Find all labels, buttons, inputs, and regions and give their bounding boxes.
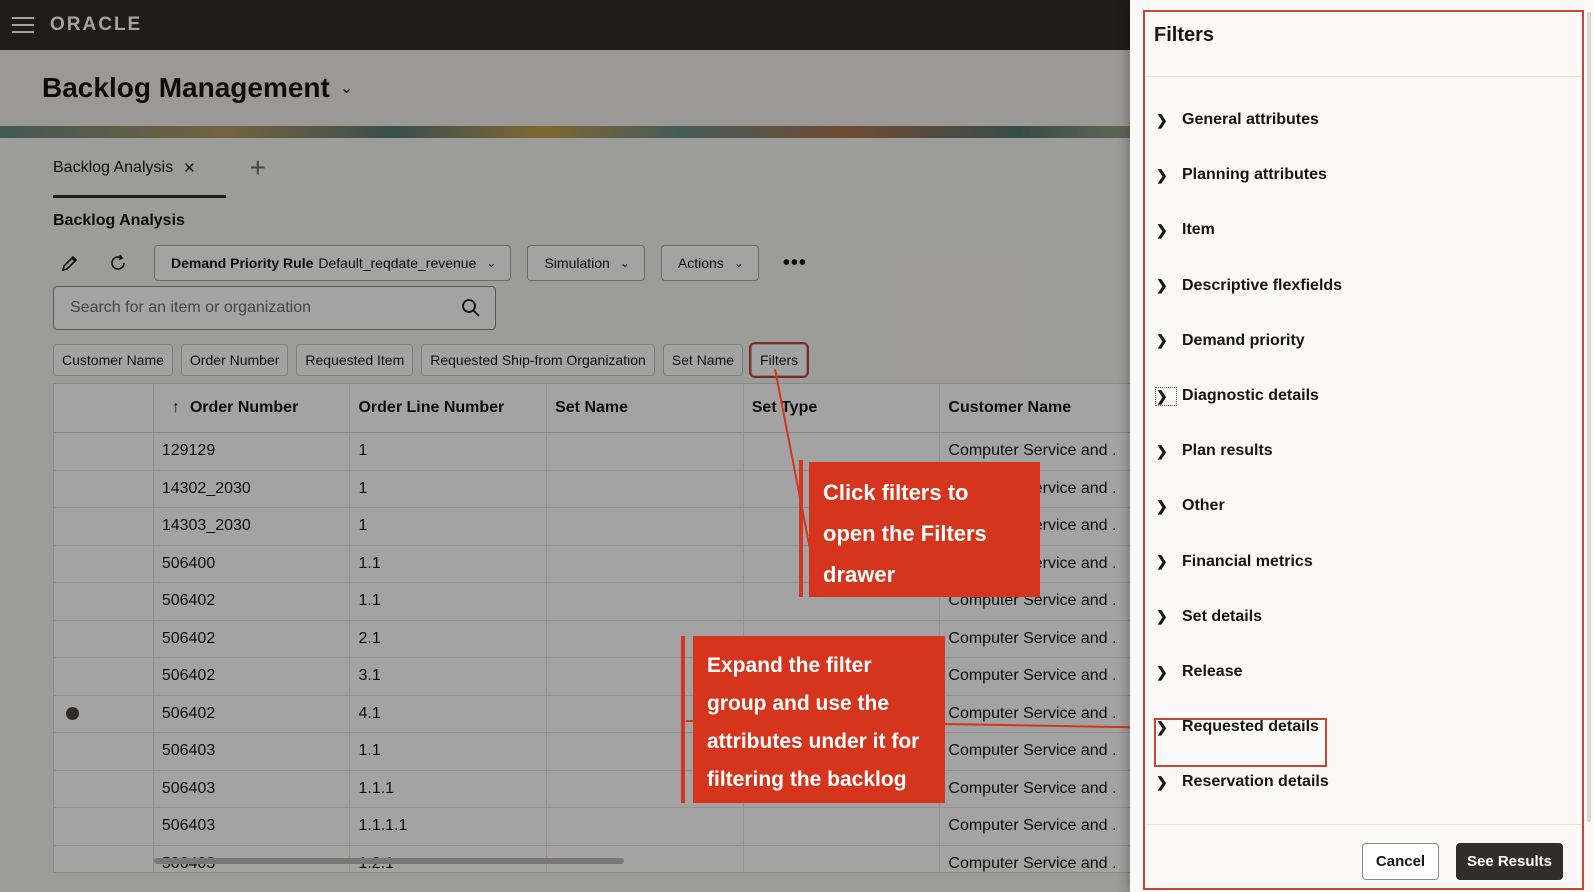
filter-group-planning-attributes[interactable]: ❯ Planning attributes xyxy=(1156,161,1327,189)
filter-group-label: Release xyxy=(1182,663,1243,680)
filter-group-label: Financial metrics xyxy=(1182,552,1313,570)
filter-group-other[interactable]: ❯ Other xyxy=(1156,492,1225,520)
filter-group-label: General attributes xyxy=(1182,111,1319,128)
filter-group-financial-metrics[interactable]: ❯ Financial metrics xyxy=(1156,548,1313,576)
modal-overlay xyxy=(0,0,1130,892)
callout-text-line: attributes under it for xyxy=(707,730,920,753)
drawer-title: Filters xyxy=(1154,24,1215,46)
chevron-right-icon[interactable]: ❯ xyxy=(1156,443,1176,460)
filter-group-plan-results[interactable]: ❯ Plan results xyxy=(1156,437,1273,465)
filter-group-label: Set details xyxy=(1182,607,1263,625)
callout-bar xyxy=(799,460,803,597)
callout-text-line: Expand the filter xyxy=(707,654,872,677)
chevron-right-icon[interactable]: ❯ xyxy=(1155,386,1177,406)
chevron-right-icon[interactable]: ❯ xyxy=(1156,498,1176,515)
see-results-button[interactable]: See Results xyxy=(1456,843,1563,880)
chevron-right-icon[interactable]: ❯ xyxy=(1156,664,1176,681)
chevron-right-icon[interactable]: ❯ xyxy=(1156,112,1176,129)
callout-text-line: drawer xyxy=(823,562,896,587)
chevron-right-icon[interactable]: ❯ xyxy=(1156,774,1176,791)
callout-text-line: open the Filters xyxy=(823,521,987,546)
callout-filters: Click filters to open the Filters drawer xyxy=(809,462,1040,597)
filter-group-label: Item xyxy=(1182,221,1215,239)
chevron-right-icon[interactable]: ❯ xyxy=(1156,553,1176,570)
chevron-right-icon[interactable]: ❯ xyxy=(1156,608,1176,625)
filter-group-label: Demand priority xyxy=(1182,331,1305,349)
filter-group-release[interactable]: ❯ Release xyxy=(1156,658,1243,686)
filter-group-label: Reservation details xyxy=(1182,773,1329,791)
callout-text-line: Click filters to xyxy=(823,480,969,505)
chevron-right-icon[interactable]: ❯ xyxy=(1156,277,1176,294)
filter-group-label: Other xyxy=(1182,497,1225,515)
filter-group-demand-priority[interactable]: ❯ Demand priority xyxy=(1156,327,1305,355)
filter-group-label: Descriptive flexfields xyxy=(1182,276,1343,294)
chevron-right-icon[interactable]: ❯ xyxy=(1156,222,1176,239)
main-app: ORACLE Backlog Management ⌄ Backlog Anal… xyxy=(0,0,1130,892)
filter-group-set-details[interactable]: ❯ Set details xyxy=(1156,603,1262,631)
filter-group-diagnostic-details[interactable]: ❯ Diagnostic details xyxy=(1155,382,1319,410)
chevron-right-icon[interactable]: ❯ xyxy=(1156,167,1176,184)
callout-bar xyxy=(681,636,685,803)
chevron-right-icon[interactable]: ❯ xyxy=(1156,332,1176,349)
filter-group-general-attributes[interactable]: ❯ General attributes xyxy=(1156,106,1319,134)
filter-group-reservation-details[interactable]: ❯ Reservation details xyxy=(1156,768,1329,796)
highlight-box xyxy=(1154,718,1327,767)
cancel-button[interactable]: Cancel xyxy=(1362,843,1439,880)
callout-text-line: filtering the backlog xyxy=(707,768,907,791)
filter-group-descriptive-flexfields[interactable]: ❯ Descriptive flexfields xyxy=(1156,272,1342,300)
callout-text-line: group and use the xyxy=(707,692,890,715)
filter-group-label: Planning attributes xyxy=(1182,166,1327,184)
filter-group-label: Diagnostic details xyxy=(1182,387,1319,404)
filter-group-item[interactable]: ❯ Item xyxy=(1156,216,1215,244)
vertical-scrollbar[interactable] xyxy=(1587,12,1591,822)
divider xyxy=(1145,76,1582,77)
callout-expand: Expand the filter group and use the attr… xyxy=(693,636,945,803)
filter-group-label: Plan results xyxy=(1182,442,1273,460)
divider xyxy=(1145,824,1582,825)
